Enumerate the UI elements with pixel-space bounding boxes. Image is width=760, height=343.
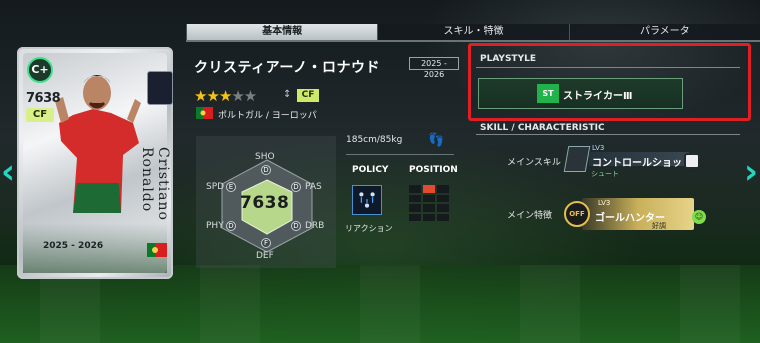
pitch-stripe	[520, 265, 580, 343]
stat-label-spd: SPD	[206, 182, 225, 192]
pitch-stripe	[360, 265, 420, 343]
stat-label-phy: PHY	[206, 221, 224, 231]
main-trait-label: メイン特徴	[507, 211, 553, 221]
playstyle-name: ストライカーⅢ	[563, 91, 633, 102]
prev-player-chevron-left-icon[interactable]: ‹	[1, 152, 15, 192]
star-rating: ★★★★★	[194, 87, 257, 105]
smiley-condition-icon: ☺	[692, 210, 706, 224]
tab-underline	[186, 40, 760, 42]
player-name: クリスティアーノ・ロナウド	[194, 60, 380, 76]
grade-def: F	[261, 238, 271, 248]
pitch-stripe	[200, 265, 260, 343]
grade-drb: D	[291, 221, 301, 231]
position-badge: CF	[297, 89, 319, 102]
card-position-badge: CF	[26, 108, 54, 122]
footprint-icon: 👣	[428, 133, 445, 148]
main-skill-category: シュート	[591, 170, 619, 178]
empty-stars: ★★	[231, 87, 257, 105]
stat-label-sho: SHO	[255, 152, 275, 162]
divider	[346, 154, 454, 155]
control-shot-icon	[563, 146, 591, 172]
tab-parameters[interactable]: パラメータ	[568, 24, 760, 40]
grade-spd: E	[226, 182, 236, 192]
tab-basic-info[interactable]: 基本情報	[186, 24, 378, 40]
card-ovr: 7638	[26, 91, 61, 106]
card-special-icon	[147, 71, 173, 105]
policy-tactics-icon[interactable]	[352, 185, 382, 215]
skill-section-title: SKILL / CHARACTERISTIC	[480, 123, 605, 133]
tab-bar: 基本情報 スキル・特徴 パラメータ	[186, 24, 760, 40]
nation-flag-icon	[196, 107, 213, 119]
playstyle-divider	[476, 67, 740, 68]
playstyle-title: PLAYSTYLE	[480, 54, 536, 64]
tab-skills[interactable]: スキル・特徴	[377, 24, 569, 40]
offense-trait-icon: OFF	[564, 201, 590, 227]
nation-region: ポルトガル / ヨーロッパ	[218, 111, 317, 121]
grade-phy: D	[226, 221, 236, 231]
main-trait-condition: 好調	[652, 222, 666, 230]
height-weight: 185cm/85kg	[346, 135, 403, 145]
cap-icon	[684, 153, 700, 169]
stat-label-pas: PAS	[305, 182, 322, 192]
card-rating-badge: C+	[27, 57, 53, 83]
next-player-chevron-right-icon[interactable]: ›	[744, 152, 758, 192]
policy-header: POLICY	[352, 165, 389, 175]
main-skill-level: LV3	[592, 144, 605, 152]
portugal-flag-icon	[147, 243, 167, 257]
stat-label-def: DEF	[256, 251, 274, 261]
position-grid[interactable]	[409, 185, 449, 221]
updown-arrow-icon: ↕	[283, 89, 292, 100]
season-tag: 2025 - 2026	[409, 57, 459, 79]
main-trait-level: LV3	[598, 199, 611, 207]
player-portrait-image	[55, 75, 141, 213]
grade-sho: D	[261, 165, 271, 175]
player-card[interactable]: C+ 7638 CF Cristiano Ronaldo 2025 - 2026	[17, 47, 173, 279]
filled-stars: ★★★	[194, 87, 232, 105]
policy-label: リアクション	[345, 224, 393, 233]
stat-label-drb: DRB	[305, 221, 325, 231]
overall-rating: 7638	[240, 193, 290, 213]
card-player-name: Cristiano Ronaldo	[139, 147, 171, 221]
main-skill-label: メインスキル	[507, 158, 561, 168]
striker-icon: ST	[537, 84, 559, 103]
skill-divider	[476, 134, 740, 135]
grade-pas: D	[291, 182, 301, 192]
main-skill-name: コントロールショット	[592, 158, 692, 169]
card-season: 2025 - 2026	[43, 241, 104, 251]
position-header: POSITION	[409, 165, 458, 175]
pitch-stripe	[680, 265, 740, 343]
